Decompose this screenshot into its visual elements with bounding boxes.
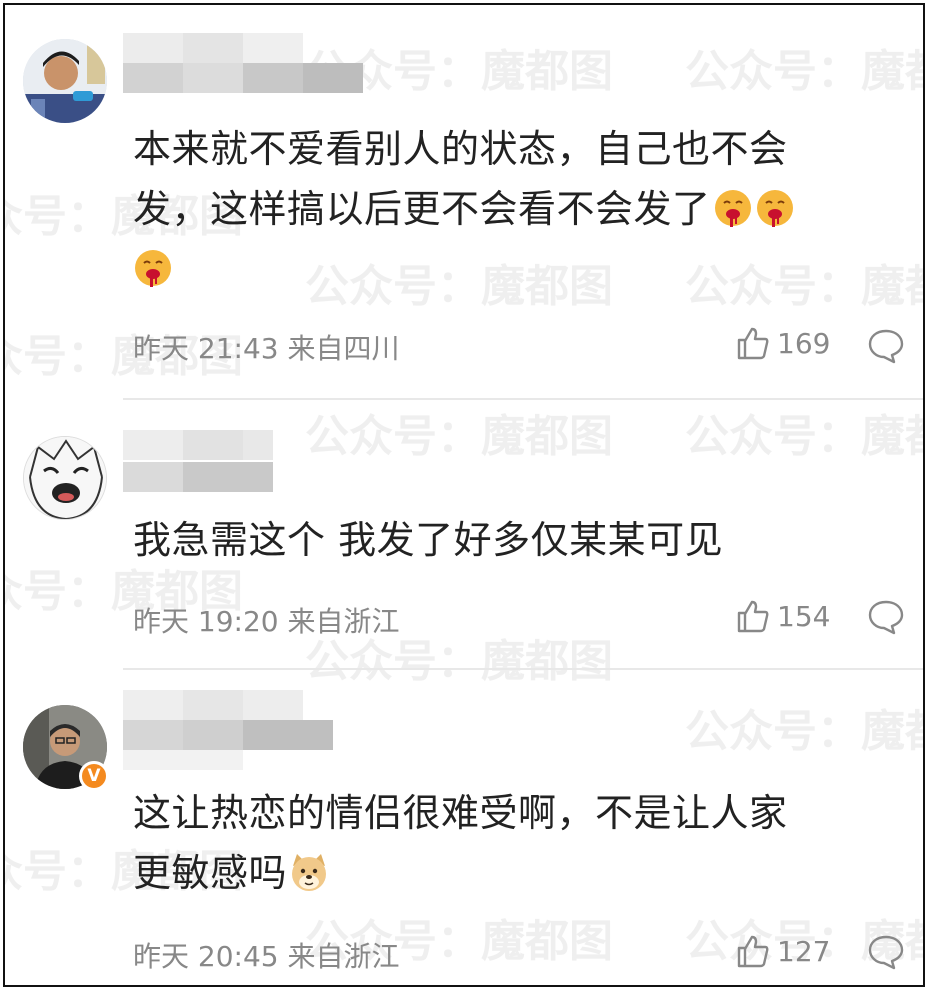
like-button[interactable]: 169: [735, 325, 830, 361]
comment-list: 公众号：魔都图 公众号：魔都图 公众号：魔都图 公众号：魔都图 公众号：魔都图 …: [3, 3, 925, 987]
comment-location: 来自四川: [287, 332, 400, 365]
vomit-blood-emoji: [756, 190, 793, 227]
thumbs-up-icon: [737, 935, 769, 968]
like-count: 154: [777, 599, 831, 633]
thumbs-up-icon: [737, 600, 769, 633]
comment-time: 昨天 19:20: [133, 605, 279, 638]
comment-text-line: 发，这样搞以后更不会看不会发了: [133, 179, 893, 239]
comment-item: V 这让热恋的情侣很难受啊，不是让人家 更敏感吗 昨天 20:45 来自浙江 1…: [5, 670, 923, 985]
comment-text: 这让热恋的情侣很难受啊，不是让人家 更敏感吗: [133, 783, 893, 903]
like-count: 169: [777, 326, 831, 360]
verified-badge-icon: V: [79, 761, 109, 791]
doge-emoji: [292, 854, 327, 891]
comment-location: 来自浙江: [287, 940, 400, 973]
comment-location: 来自浙江: [287, 605, 400, 638]
vomit-blood-emoji: [135, 250, 171, 287]
like-button[interactable]: 154: [735, 598, 830, 634]
comment-text-line: [133, 239, 893, 299]
avatar[interactable]: [23, 39, 107, 123]
reply-icon[interactable]: [867, 327, 905, 365]
comment-meta: 昨天 19:20 来自浙江: [133, 600, 400, 640]
comment-text: 本来就不爱看别人的状态，自己也不会 发，这样搞以后更不会看不会发了: [133, 119, 893, 299]
comment-meta: 昨天 20:45 来自浙江: [133, 935, 400, 975]
comment-item: 本来就不爱看别人的状态，自己也不会 发，这样搞以后更不会看不会发了 昨天 21:…: [5, 5, 923, 400]
comment-text: 我急需这个 我发了好多仅某某可见: [133, 510, 893, 570]
blurred-username: [123, 690, 363, 772]
thumbs-up-icon: [737, 327, 769, 360]
comment-text-line: 更敏感吗: [133, 843, 893, 903]
comment-time: 昨天 20:45: [133, 940, 279, 973]
comment-text-line: 我急需这个 我发了好多仅某某可见: [133, 518, 724, 562]
comment-item: 我急需这个 我发了好多仅某某可见 昨天 19:20 来自浙江 154: [5, 400, 923, 670]
comment-text-line: 这让热恋的情侣很难受啊，不是让人家: [133, 791, 788, 835]
reply-icon[interactable]: [867, 598, 905, 636]
comment-meta: 昨天 21:43 来自四川: [133, 327, 400, 367]
reply-icon[interactable]: [867, 933, 905, 971]
comment-time: 昨天 21:43: [133, 332, 279, 365]
blurred-username: [123, 430, 363, 500]
vomit-blood-emoji: [714, 190, 751, 227]
avatar[interactable]: [23, 436, 107, 520]
blurred-username: [123, 33, 363, 103]
like-count: 127: [777, 934, 831, 968]
like-button[interactable]: 127: [735, 933, 830, 969]
comment-text-line: 本来就不爱看别人的状态，自己也不会: [133, 127, 788, 171]
